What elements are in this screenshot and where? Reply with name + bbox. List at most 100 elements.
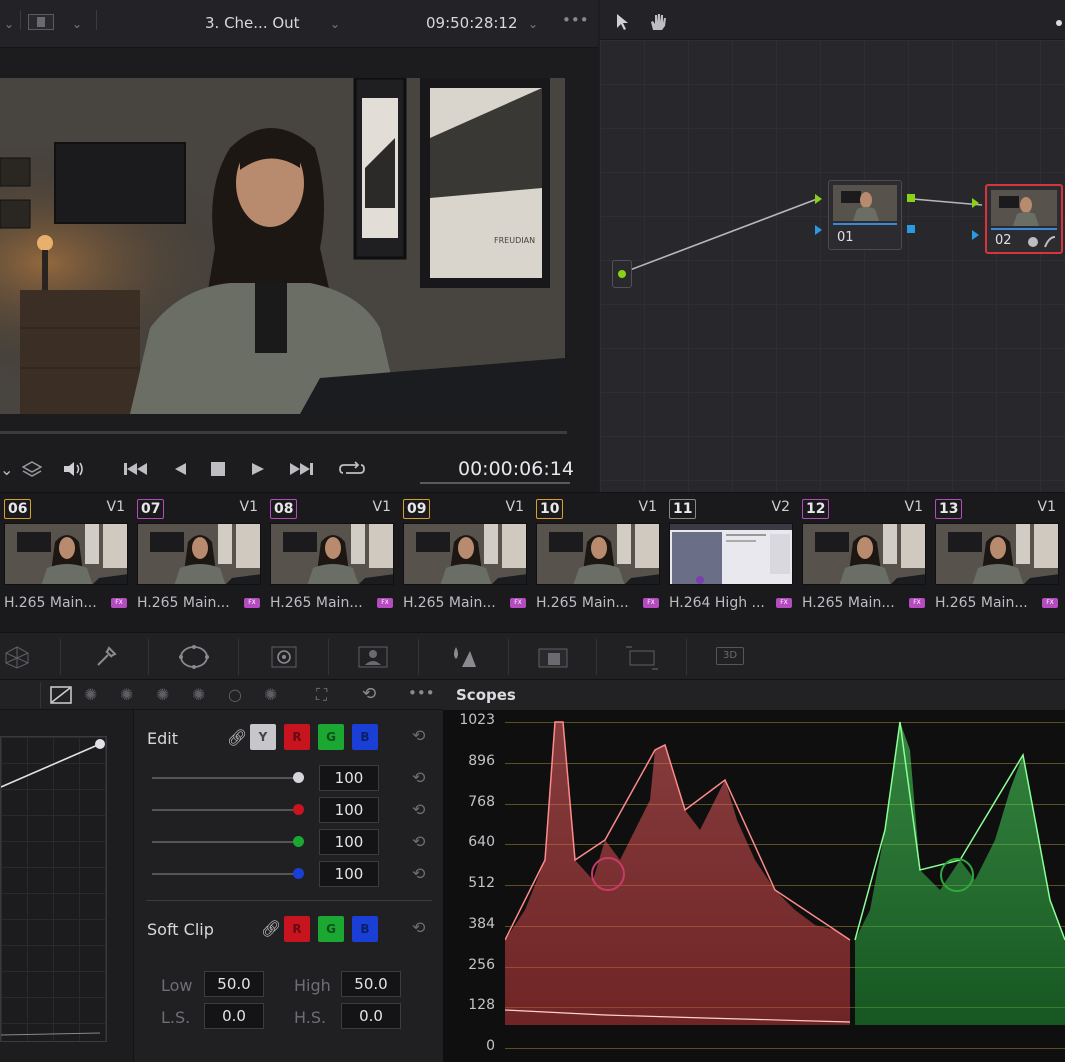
curves-edit-panel: Edit 🔗︎ Y R G B ⟲ 100 ⟲ 100 ⟲ 100 ⟲ 100 … [133, 710, 443, 1062]
clip-thumbnail[interactable]: 09 V1 H.265 Main... FX [399, 493, 530, 633]
node-rgb-input-port[interactable] [815, 194, 822, 204]
node-editor-toolbar [600, 0, 1065, 40]
clip-thumbnail[interactable]: 07 V1 H.265 Main... FX [133, 493, 264, 633]
r-intensity-value[interactable]: 100 [319, 797, 379, 823]
magic-mask-icon[interactable] [356, 643, 390, 671]
hue-vs-hue-icon[interactable]: ✺ [84, 685, 97, 704]
slider-knob[interactable] [293, 836, 304, 847]
clip-number: 08 [270, 499, 298, 519]
chevron-down-icon[interactable]: ⌄ [330, 17, 340, 31]
clip-name[interactable]: 3. Che... Out [205, 14, 300, 32]
more-options-icon[interactable]: ••• [408, 684, 435, 702]
source-input-node[interactable] [612, 260, 632, 288]
soft-clip-b-button[interactable]: B [352, 916, 378, 942]
slider-knob[interactable] [293, 868, 304, 879]
g-intensity-value[interactable]: 100 [319, 829, 379, 855]
r-intensity-slider[interactable] [152, 809, 302, 811]
reset-icon[interactable]: ⟲ [412, 832, 425, 851]
tracker-icon[interactable] [268, 643, 300, 671]
node-rgb-input-port[interactable] [972, 198, 979, 208]
blur-icon[interactable] [448, 643, 478, 671]
sat-vs-sat-icon[interactable]: ○ [228, 685, 242, 704]
reset-icon[interactable]: ⟲ [362, 684, 376, 704]
reset-icon[interactable]: ⟲ [412, 918, 425, 937]
clip-thumbnail[interactable]: 13 V1 H.265 Main... FX [931, 493, 1062, 633]
node-02[interactable]: 02 [985, 184, 1063, 254]
3d-icon[interactable]: 3D [716, 647, 744, 665]
skip-to-end-icon[interactable] [288, 461, 316, 477]
source-timecode: 09:50:28:12 [426, 14, 518, 32]
video-frame[interactable]: FREUDIAN [0, 78, 565, 414]
hand-icon[interactable] [648, 12, 668, 32]
loop-icon[interactable] [338, 459, 366, 479]
high-value[interactable]: 50.0 [341, 971, 401, 997]
y-intensity-slider[interactable] [152, 777, 302, 779]
stop-icon[interactable] [210, 461, 226, 477]
color-warper-icon[interactable] [4, 645, 30, 669]
reset-icon[interactable]: ⟲ [412, 864, 425, 883]
link-icon[interactable]: 🔗︎ [261, 919, 281, 938]
channel-g-button[interactable]: G [318, 724, 344, 750]
clip-thumbnail[interactable]: 10 V1 H.265 Main... FX [532, 493, 663, 633]
key-icon[interactable] [536, 643, 570, 671]
expand-icon[interactable]: ⛶ [316, 685, 327, 705]
custom-curve-graph[interactable] [0, 736, 107, 1042]
lum-vs-sat-icon[interactable]: ✺ [192, 685, 205, 704]
b-intensity-value[interactable]: 100 [319, 861, 379, 887]
play-icon[interactable] [250, 461, 266, 477]
channel-b-button[interactable]: B [352, 724, 378, 750]
viewer-layout-icon[interactable] [28, 14, 54, 30]
g-intensity-slider[interactable] [152, 841, 302, 843]
waveform-traces [505, 721, 1065, 1025]
reset-icon[interactable]: ⟲ [412, 800, 425, 819]
qualifier-eyedropper-icon[interactable] [94, 645, 118, 669]
y-intensity-value[interactable]: 100 [319, 765, 379, 791]
reset-icon[interactable]: ⟲ [412, 726, 425, 745]
node-alpha-input-port[interactable] [972, 230, 979, 240]
soft-clip-g-button[interactable]: G [318, 916, 344, 942]
b-intensity-slider[interactable] [152, 873, 302, 875]
slider-knob[interactable] [293, 772, 304, 783]
play-reverse-icon[interactable] [172, 461, 188, 477]
ls-label: L.S. [161, 1008, 191, 1027]
layers-icon[interactable] [22, 460, 42, 478]
scope-scale-label: 896 [468, 752, 495, 769]
clip-thumbnail[interactable]: 12 V1 H.265 Main... FX [798, 493, 929, 633]
clip-track: V2 [771, 499, 790, 515]
window-icon[interactable] [178, 643, 210, 671]
waveform-scope[interactable]: 1023 896 768 640 512 384 256 128 0 [443, 710, 1065, 1062]
node-01[interactable]: 01 [828, 180, 902, 250]
chevron-down-icon[interactable]: ⌄ [528, 17, 538, 31]
hue-vs-sat-icon[interactable]: ✺ [120, 685, 133, 704]
clip-thumbnail[interactable]: 11 V2 H.264 High ... FX [665, 493, 796, 633]
link-icon[interactable]: 🔗︎ [227, 728, 247, 747]
skip-to-start-icon[interactable] [122, 461, 150, 477]
custom-curves-icon[interactable] [50, 686, 72, 704]
pointer-icon[interactable] [616, 13, 630, 31]
node-alpha-output-port[interactable] [907, 225, 915, 233]
clip-thumbnail-image [270, 523, 394, 585]
hs-value[interactable]: 0.0 [341, 1003, 401, 1029]
scrub-bar[interactable] [0, 431, 567, 434]
channel-r-button[interactable]: R [284, 724, 310, 750]
chevron-down-icon[interactable]: ⌄ [72, 17, 82, 31]
clip-thumbnail[interactable]: 08 V1 H.265 Main... FX [266, 493, 397, 633]
node-alpha-input-port[interactable] [815, 225, 822, 235]
slider-knob[interactable] [293, 804, 304, 815]
chevron-down-icon[interactable]: ⌄ [4, 17, 14, 31]
hue-vs-lum-icon[interactable]: ✺ [156, 685, 169, 704]
ls-value[interactable]: 0.0 [204, 1003, 264, 1029]
low-value[interactable]: 50.0 [204, 971, 264, 997]
playhead-timecode[interactable]: 00:00:06:14 [458, 458, 574, 480]
reset-icon[interactable]: ⟲ [412, 768, 425, 787]
sat-vs-lum-icon[interactable]: ✺ [264, 685, 277, 704]
soft-clip-r-button[interactable]: R [284, 916, 310, 942]
channel-y-button[interactable]: Y [250, 724, 276, 750]
node-editor[interactable]: 01 02 [600, 40, 1065, 492]
chevron-down-icon[interactable]: ⌄ [0, 460, 13, 479]
more-options-icon[interactable]: ••• [562, 11, 589, 29]
clip-thumbnail[interactable]: 06 V1 H.265 Main... FX [0, 493, 131, 633]
node-rgb-output-port[interactable] [907, 194, 915, 202]
volume-icon[interactable] [62, 460, 86, 478]
sizing-icon[interactable] [624, 643, 660, 671]
